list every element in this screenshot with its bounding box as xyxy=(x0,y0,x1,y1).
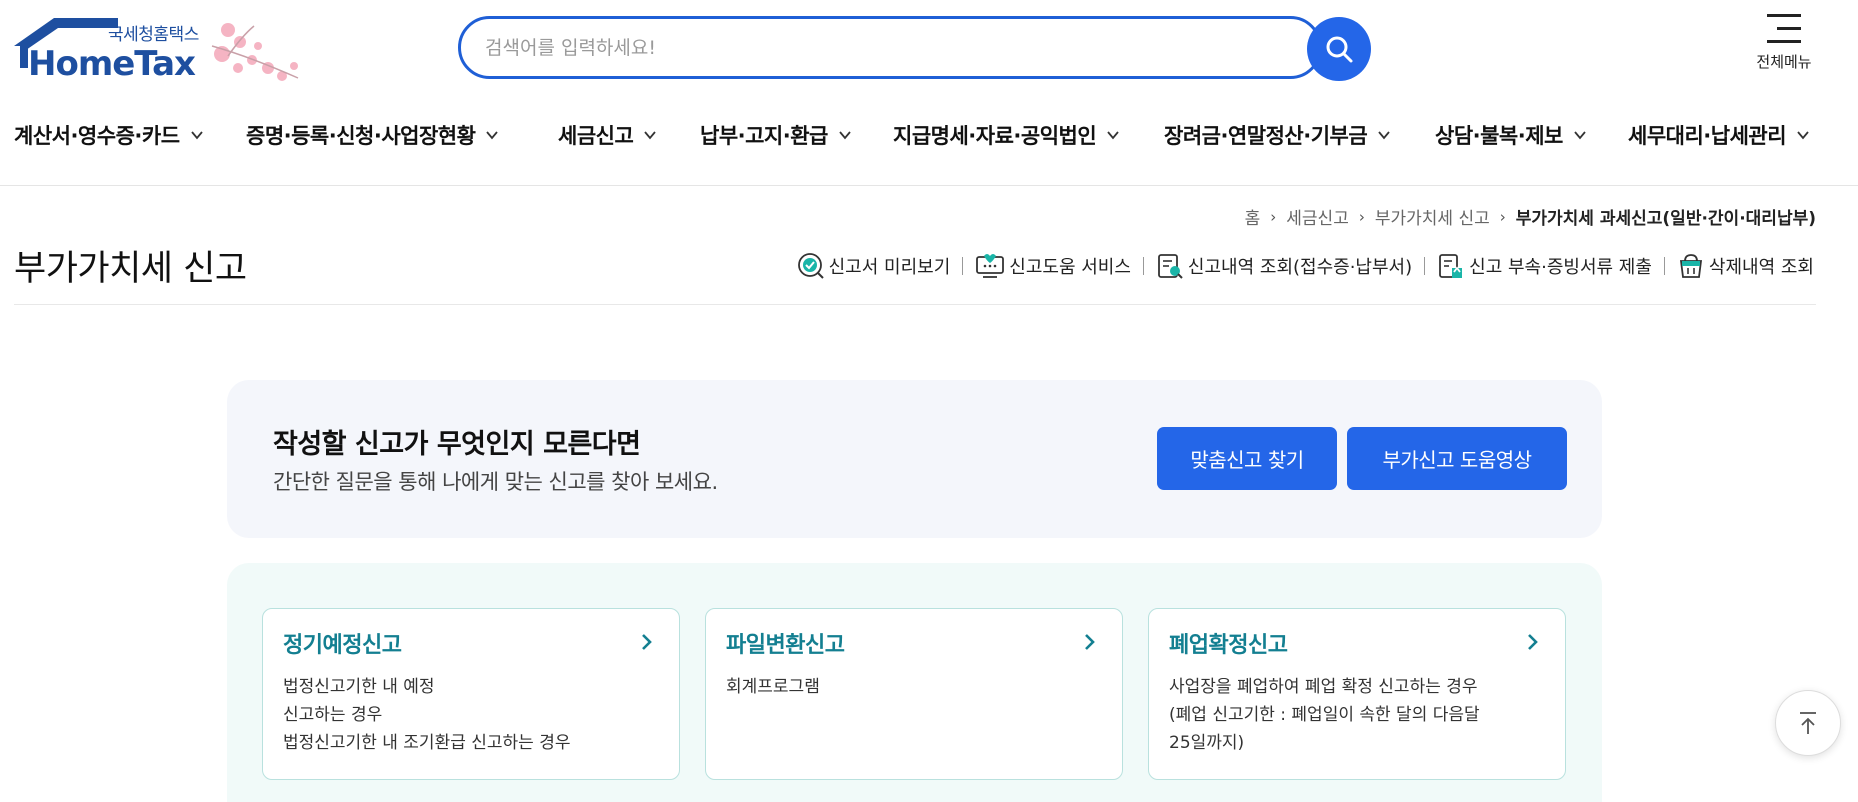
util-preview-link[interactable]: 신고서 미리보기 xyxy=(797,252,951,280)
card-title: 폐업확정신고 xyxy=(1169,633,1288,658)
card-title: 파일변환신고 xyxy=(726,633,845,658)
page-title: 부가가치세 신고 xyxy=(14,249,247,289)
util-history-link[interactable]: 신고내역 조회(접수증·납부서) xyxy=(1156,252,1412,280)
card-description: 사업장을 폐업하여 폐업 확정 신고하는 경우 (폐업 신고기한 : 폐업일이 … xyxy=(1169,677,1480,753)
chevron-right-icon: › xyxy=(1499,207,1506,226)
divider xyxy=(1424,257,1426,275)
breadcrumb: 홈 › 세금신고 › 부가가치세 신고 › 부가가치세 과세신고(일반·간이·대… xyxy=(1245,204,1816,230)
chevron-right-icon xyxy=(642,634,652,650)
util-attachment-submit-link[interactable]: 신고 부속·증빙서류 제출 xyxy=(1437,252,1652,280)
gnb-item-label: 세무대리·납세관리 xyxy=(1628,124,1787,148)
util-help-service-link[interactable]: 신고도움 서비스 xyxy=(975,252,1131,280)
util-label: 신고서 미리보기 xyxy=(828,257,951,278)
breadcrumb-vat[interactable]: 부가가치세 신고 xyxy=(1375,204,1490,229)
logo-subtitle: 국세청홈택스 xyxy=(108,25,199,45)
chevron-down-icon xyxy=(644,131,656,140)
document-search-icon xyxy=(1158,254,1183,279)
vat-help-video-button[interactable]: 부가신고 도움영상 xyxy=(1347,427,1567,490)
gnb-item-label: 세금신고 xyxy=(558,124,634,148)
chevron-down-icon xyxy=(1797,131,1809,140)
gnb-item-label: 상담·불복·제보 xyxy=(1435,124,1563,148)
search-box xyxy=(458,16,1322,79)
gnb-item-label: 납부·고지·환급 xyxy=(700,124,828,148)
chevron-right-icon xyxy=(1528,634,1538,650)
breadcrumb-home[interactable]: 홈 xyxy=(1245,204,1261,229)
all-menu-button[interactable]: 전체메뉴 xyxy=(1748,14,1820,72)
util-deleted-history-link[interactable]: 삭제내역 조회 xyxy=(1677,252,1814,280)
gnb-item-consultation[interactable]: 상담·불복·제보 xyxy=(1435,120,1587,150)
breadcrumb-current: 부가가치세 과세신고(일반·간이·대리납부) xyxy=(1515,209,1816,229)
gnb-item-tax-agent[interactable]: 세무대리·납세관리 xyxy=(1628,120,1810,150)
card-closure-final-filing[interactable]: 폐업확정신고 사업장을 폐업하여 폐업 확정 신고하는 경우 (폐업 신고기한 … xyxy=(1148,608,1566,780)
card-file-conversion-filing[interactable]: 파일변환신고 회계프로그램 xyxy=(705,608,1123,780)
chevron-right-icon: › xyxy=(1270,207,1277,226)
check-circle-icon xyxy=(797,253,824,279)
document-upload-icon xyxy=(1439,254,1463,278)
chevron-down-icon xyxy=(839,131,851,140)
util-label: 신고 부속·증빙서류 제출 xyxy=(1469,257,1652,278)
chevron-right-icon: › xyxy=(1358,207,1365,226)
chevron-down-icon xyxy=(486,131,499,140)
all-menu-label: 전체메뉴 xyxy=(1756,53,1812,71)
main-navigation: 계산서·영수증·카드 증명·등록·신청·사업장현황 세금신고 납부·고지·환급 … xyxy=(0,110,1858,186)
gnb-item-payment-statements[interactable]: 지급명세·자료·공익법인 xyxy=(893,120,1120,150)
utility-links: 신고서 미리보기 신고도움 서비스 신고내역 조회(접수증·납부서) 신고 부속… xyxy=(797,252,1814,280)
util-label: 신고내역 조회(접수증·납부서) xyxy=(1187,257,1413,278)
chevron-down-icon xyxy=(1574,131,1586,140)
monitor-help-icon xyxy=(976,254,1005,278)
search-input[interactable] xyxy=(485,33,1265,63)
divider xyxy=(1663,257,1665,275)
hometax-logo[interactable]: 국세청홈택스 HomeTax xyxy=(14,16,314,86)
divider xyxy=(1142,257,1144,275)
arrow-up-icon xyxy=(1800,712,1816,734)
util-label: 삭제내역 조회 xyxy=(1708,257,1814,278)
util-label: 신고도움 서비스 xyxy=(1009,257,1131,278)
chevron-down-icon xyxy=(190,131,203,140)
gnb-item-incentives[interactable]: 장려금·연말정산·기부금 xyxy=(1164,120,1391,150)
gnb-item-tax-filing[interactable]: 세금신고 xyxy=(558,120,657,150)
search-icon xyxy=(1326,36,1353,63)
card-title: 정기예정신고 xyxy=(283,633,402,658)
trash-basket-icon xyxy=(1679,254,1702,278)
divider xyxy=(14,304,1816,305)
gnb-item-label: 지급명세·자료·공익법인 xyxy=(893,124,1097,148)
gnb-item-payment[interactable]: 납부·고지·환급 xyxy=(700,120,852,150)
gnb-item-label: 장려금·연말정산·기부금 xyxy=(1164,124,1368,148)
gnb-item-label: 계산서·영수증·카드 xyxy=(14,124,180,148)
search-button[interactable] xyxy=(1307,17,1371,81)
hamburger-icon xyxy=(1767,14,1801,43)
scroll-top-button[interactable] xyxy=(1775,690,1841,756)
guide-title: 작성할 신고가 무엇인지 모른다면 xyxy=(273,429,641,460)
chevron-down-icon xyxy=(1107,131,1119,140)
gnb-item-bills-receipts-cards[interactable]: 계산서·영수증·카드 xyxy=(14,120,204,150)
chevron-down-icon xyxy=(1378,131,1390,140)
card-description: 회계프로그램 xyxy=(726,677,820,697)
custom-filing-finder-button[interactable]: 맞춤신고 찾기 xyxy=(1157,427,1337,490)
card-regular-preliminary-filing[interactable]: 정기예정신고 법정신고기한 내 예정 신고하는 경우 법정신고기한 내 조기환급… xyxy=(262,608,680,780)
card-description: 법정신고기한 내 예정 신고하는 경우 법정신고기한 내 조기환급 신고하는 경… xyxy=(283,677,571,753)
filing-type-cards: 정기예정신고 법정신고기한 내 예정 신고하는 경우 법정신고기한 내 조기환급… xyxy=(227,563,1602,802)
divider xyxy=(962,257,964,275)
cherry-blossom-icon xyxy=(211,23,299,81)
gnb-item-certificates[interactable]: 증명·등록·신청·사업장현황 xyxy=(246,120,499,150)
logo-title: HomeTax xyxy=(28,44,196,84)
gnb-item-label: 증명·등록·신청·사업장현황 xyxy=(246,124,476,148)
guide-box: 작성할 신고가 무엇인지 모른다면 간단한 질문을 통해 나에게 맞는 신고를 … xyxy=(227,380,1602,538)
chevron-right-icon xyxy=(1085,634,1095,650)
guide-description: 간단한 질문을 통해 나에게 맞는 신고를 찾아 보세요. xyxy=(273,470,718,494)
breadcrumb-tax-filing[interactable]: 세금신고 xyxy=(1286,204,1349,229)
